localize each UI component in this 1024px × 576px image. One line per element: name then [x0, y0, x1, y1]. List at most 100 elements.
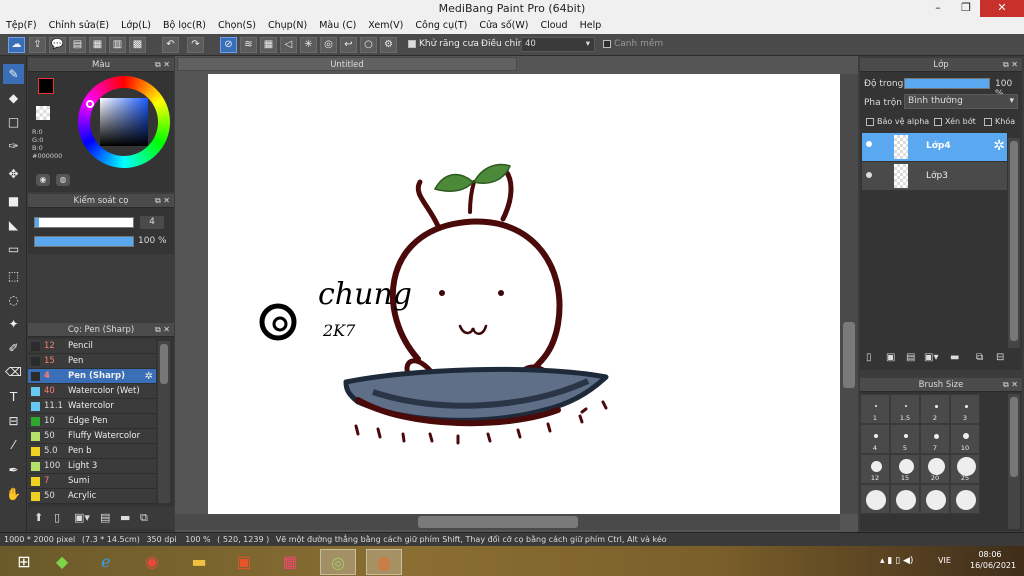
brush-size-cell[interactable]: 15: [890, 454, 920, 484]
vertical-scrollbar[interactable]: [840, 74, 858, 514]
brush-item[interactable]: 50 Acrylic: [28, 489, 156, 504]
hue-ring[interactable]: [78, 76, 170, 168]
clock[interactable]: 08:06 16/06/2021: [970, 549, 1016, 571]
menu-filter[interactable]: Bộ lọc(R): [157, 17, 212, 34]
brush-size-cell[interactable]: [890, 484, 920, 514]
chrome-icon[interactable]: ◉: [134, 549, 170, 575]
panel-close-icon[interactable]: ⧉ ✕: [155, 58, 170, 72]
lasso-tool-icon[interactable]: ◌: [3, 290, 24, 310]
marquee-tool-icon[interactable]: ⬚: [3, 266, 24, 286]
move-tool-icon[interactable]: ✥: [3, 164, 24, 184]
brush-item[interactable]: 7 Sumi: [28, 474, 156, 489]
add-layer-menu-icon[interactable]: ▣▾: [924, 352, 938, 363]
select-pen-icon[interactable]: ✑: [3, 136, 24, 156]
magic-wand-icon[interactable]: ✦: [3, 314, 24, 334]
language-indicator[interactable]: VIE: [938, 556, 951, 565]
gear-icon[interactable]: ✲: [993, 138, 1005, 154]
rectangle-tool-icon[interactable]: □: [3, 112, 24, 132]
redo-icon[interactable]: ↷: [187, 37, 204, 53]
gear-icon[interactable]: ⚙: [380, 37, 397, 53]
foreground-color-swatch[interactable]: [38, 78, 54, 94]
saturation-square[interactable]: [100, 98, 148, 146]
brush-size-cell[interactable]: 2: [920, 394, 950, 424]
antialias-checkbox[interactable]: [408, 39, 416, 48]
explorer-icon[interactable]: ▬: [181, 549, 217, 575]
tray-icons[interactable]: ▴ ▮ ▯ ◀): [880, 556, 913, 566]
clipping-option[interactable]: Xén bớt: [934, 117, 976, 126]
panel-close-icon[interactable]: ⧉ ✕: [155, 323, 170, 337]
message-icon[interactable]: ▤: [69, 37, 86, 53]
medibang-icon[interactable]: ◍: [366, 549, 402, 575]
layer-row[interactable]: Lớp3: [862, 162, 1007, 190]
brush-item[interactable]: 15 Pen: [28, 354, 156, 369]
fill-rect-icon[interactable]: ■: [3, 191, 24, 211]
margin-checkbox[interactable]: [603, 39, 611, 48]
brush-size-cell[interactable]: [920, 484, 950, 514]
brush-size-cell[interactable]: [860, 484, 890, 514]
menu-color[interactable]: Màu (C): [313, 17, 362, 34]
parallel-snap-icon[interactable]: ≋: [240, 37, 257, 53]
minimize-button[interactable]: –: [924, 0, 952, 17]
share-icon[interactable]: ⇪: [29, 37, 46, 53]
brush-size-cell[interactable]: 12: [860, 454, 890, 484]
radial-snap-icon[interactable]: ✳: [300, 37, 317, 53]
circle-snap-icon[interactable]: ○: [360, 37, 377, 53]
perspective-snap-icon[interactable]: ◁: [280, 37, 297, 53]
brush-size-cell[interactable]: 4: [860, 424, 890, 454]
comment-icon[interactable]: 💬: [49, 37, 66, 53]
bucket-tool-icon[interactable]: ◣: [3, 215, 24, 235]
brush-size-cell[interactable]: 25: [950, 454, 980, 484]
menu-file[interactable]: Tệp(F): [0, 17, 43, 34]
brush-item[interactable]: 10 Edge Pen: [28, 414, 156, 429]
start-icon[interactable]: ⊞: [6, 549, 42, 575]
lock-option[interactable]: Khóa: [984, 117, 1015, 126]
brush-size-cell[interactable]: [950, 484, 980, 514]
brush-opacity-slider[interactable]: [34, 236, 134, 247]
palette-add-icon[interactable]: ◍: [56, 174, 70, 186]
add-brush-icon[interactable]: ▣▾: [74, 511, 90, 524]
select-pen-tool-icon[interactable]: ✐: [3, 338, 24, 358]
close-button[interactable]: ✕: [980, 0, 1024, 17]
hue-handle[interactable]: [86, 100, 94, 108]
menu-cloud[interactable]: Cloud: [534, 17, 573, 34]
brush-size-cell[interactable]: 10: [950, 424, 980, 454]
concentric-snap-icon[interactable]: ◎: [320, 37, 337, 53]
gradient-tool-icon[interactable]: ▭: [3, 239, 24, 259]
grid-icon[interactable]: ▩: [129, 37, 146, 53]
menu-help[interactable]: Help: [574, 17, 608, 34]
palette-icon[interactable]: ◉: [36, 174, 50, 186]
menu-snap[interactable]: Chụp(N): [262, 17, 313, 34]
brush-item[interactable]: 50 Fluffy Watercolor: [28, 429, 156, 444]
protect-alpha-option[interactable]: Bảo vệ alpha: [866, 117, 929, 126]
divide-tool-icon[interactable]: ⊟: [3, 411, 24, 431]
ie-icon[interactable]: ℯ: [88, 549, 124, 575]
pages-icon[interactable]: ▥: [109, 37, 126, 53]
layer-row-selected[interactable]: Lớp4 ✲: [862, 133, 1007, 161]
new-color-layer-icon[interactable]: ▤: [906, 352, 915, 363]
layer-scrollbar[interactable]: [1008, 138, 1020, 348]
app-icon[interactable]: ▦: [272, 549, 308, 575]
hand-tool-icon[interactable]: ✋: [3, 484, 24, 504]
panel-close-icon[interactable]: ⧉ ✕: [155, 194, 170, 208]
eyedropper2-icon[interactable]: ✒: [3, 460, 24, 480]
margin-option[interactable]: Canh mềm: [603, 39, 663, 49]
eye-icon[interactable]: [866, 141, 872, 147]
menu-window[interactable]: Cửa số(W): [473, 17, 534, 34]
adjust-select[interactable]: 40 ▾: [521, 37, 595, 52]
clip-studio-icon[interactable]: ◎: [320, 549, 356, 575]
merge-layer-icon[interactable]: ⊟: [996, 352, 1004, 363]
brush-item[interactable]: 5.0 Pen b: [28, 444, 156, 459]
eyedropper-tool-icon[interactable]: ⁄: [3, 435, 24, 455]
brush-size-cell[interactable]: 3: [950, 394, 980, 424]
page-icon[interactable]: ▦: [89, 37, 106, 53]
brush-item[interactable]: 11.1 Watercolor: [28, 399, 156, 414]
layer-opacity-slider[interactable]: [904, 78, 990, 89]
transparent-swatch[interactable]: [36, 106, 50, 120]
brush-item[interactable]: 100 Light 3: [28, 459, 156, 474]
menu-tools[interactable]: Công cụ(T): [409, 17, 473, 34]
brush-item[interactable]: 12 Pencil: [28, 339, 156, 354]
panel-close-icon[interactable]: ⧉ ✕: [1003, 378, 1018, 392]
new-halftone-layer-icon[interactable]: ▣: [886, 352, 895, 363]
brush-size-scrollbar[interactable]: [1008, 394, 1020, 529]
new-layer-icon[interactable]: ▯: [866, 352, 872, 363]
